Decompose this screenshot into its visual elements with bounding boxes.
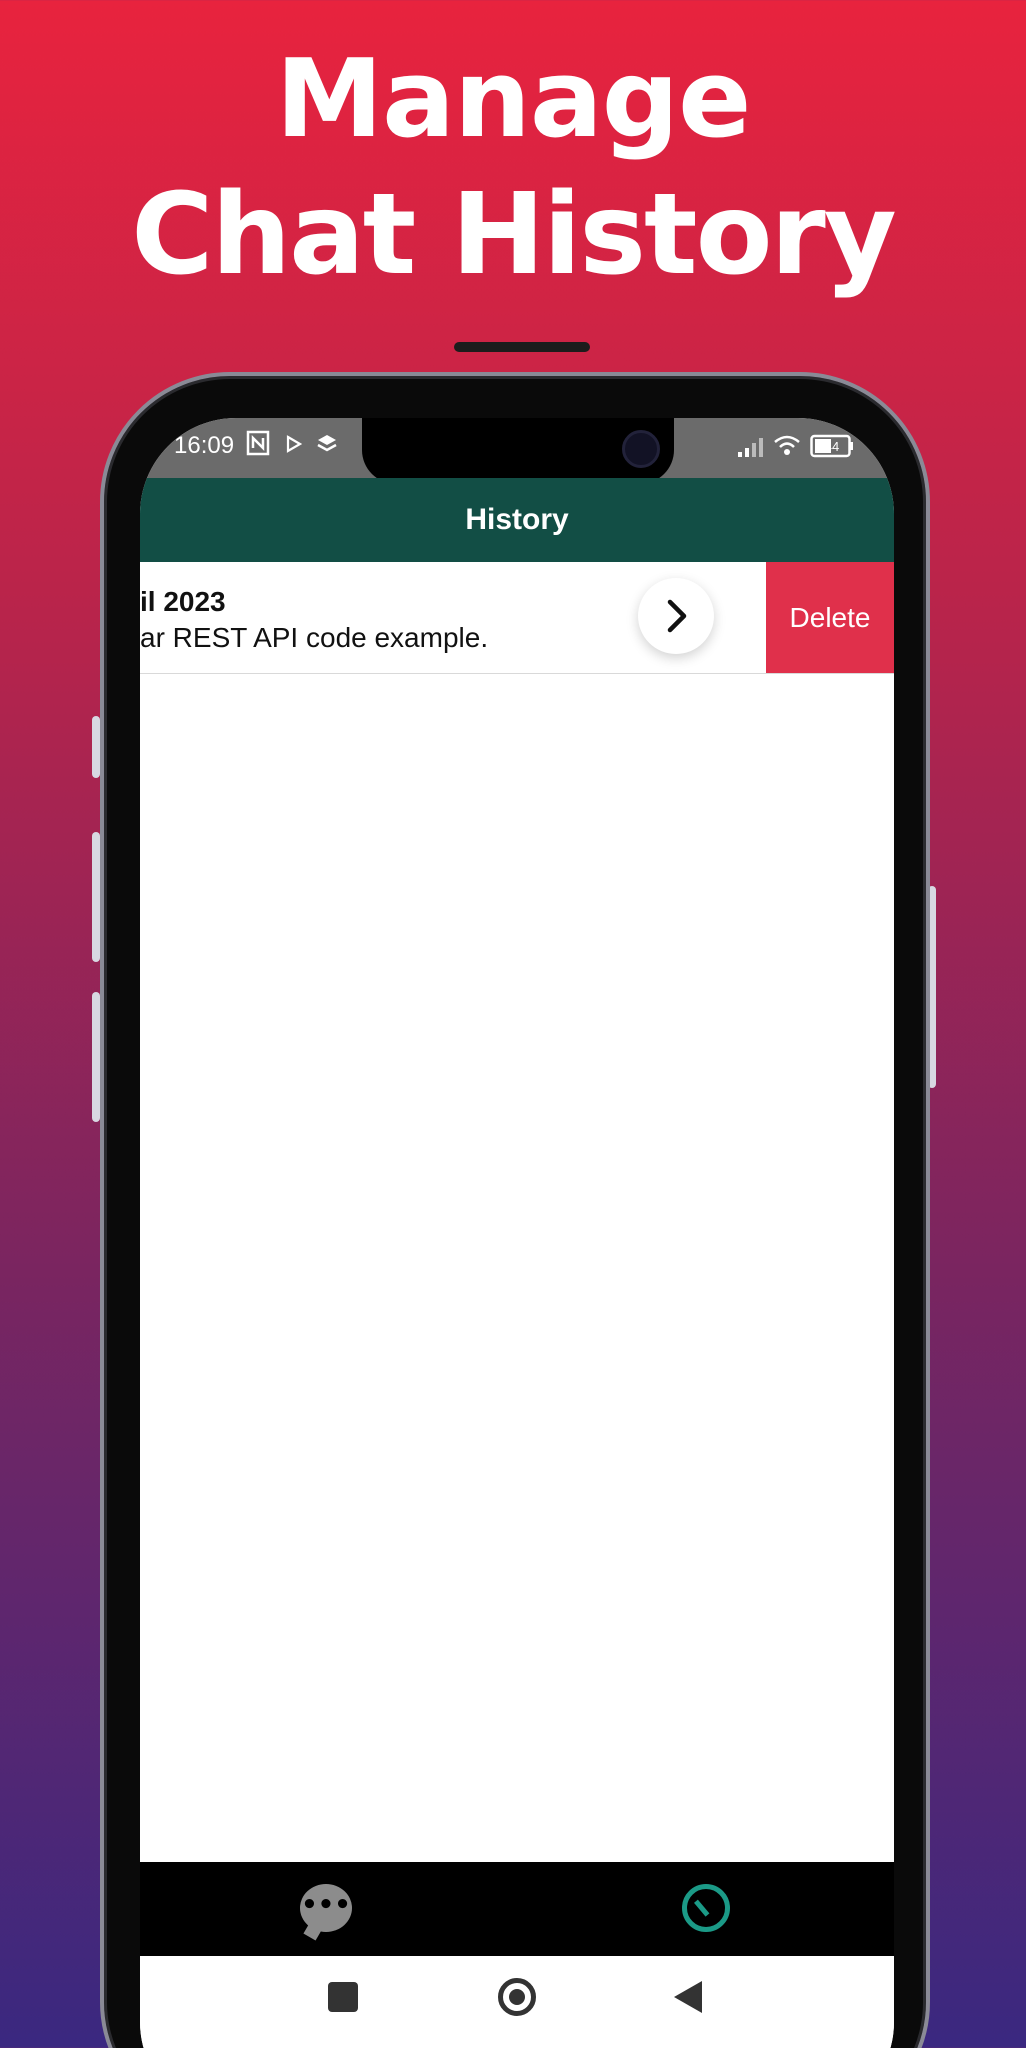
history-list-item[interactable]: il 2023 ar REST API code example. Delete	[140, 562, 894, 674]
battery-level: 44	[825, 439, 839, 454]
status-time: 16:09	[174, 432, 235, 459]
phone-side-button-volume-up	[92, 832, 100, 962]
signal-icon	[736, 436, 764, 463]
chat-bubble-icon[interactable]: •••	[300, 1884, 352, 1932]
phone-side-button-volume-down	[92, 992, 100, 1122]
history-item-preview: ar REST API code example.	[140, 622, 489, 653]
wifi-icon	[772, 434, 802, 461]
open-chat-button[interactable]	[638, 578, 714, 654]
history-item-date: il 2023	[140, 586, 226, 617]
layers-icon	[316, 433, 338, 458]
system-navigation-bar	[140, 1956, 894, 2048]
phone-screen: 16:09 44 History il 2023 ar REST API cod…	[140, 418, 894, 2048]
phone-speaker	[454, 342, 590, 352]
app-bar: History	[140, 478, 894, 562]
history-clock-icon[interactable]	[682, 1884, 730, 1932]
home-icon[interactable]	[498, 1978, 536, 2016]
bottom-navigation: •••	[140, 1862, 894, 1956]
headline-line-2: Chat History	[131, 169, 897, 300]
chevron-right-icon	[667, 599, 687, 633]
camera-notch	[362, 418, 674, 484]
phone-side-button-mute	[92, 716, 100, 778]
front-camera	[622, 430, 660, 468]
back-icon[interactable]	[674, 1981, 702, 2013]
recent-apps-icon[interactable]	[328, 1982, 358, 2012]
promo-headline: Manage Chat History	[0, 37, 1026, 300]
nfc-icon	[246, 430, 270, 461]
battery-icon: 44	[810, 434, 854, 463]
play-store-icon	[286, 434, 303, 458]
page-title: History	[465, 503, 569, 536]
headline-line-1: Manage	[275, 37, 752, 162]
delete-button[interactable]: Delete	[766, 562, 894, 673]
phone-frame: 16:09 44 History il 2023 ar REST API cod…	[100, 342, 930, 2048]
